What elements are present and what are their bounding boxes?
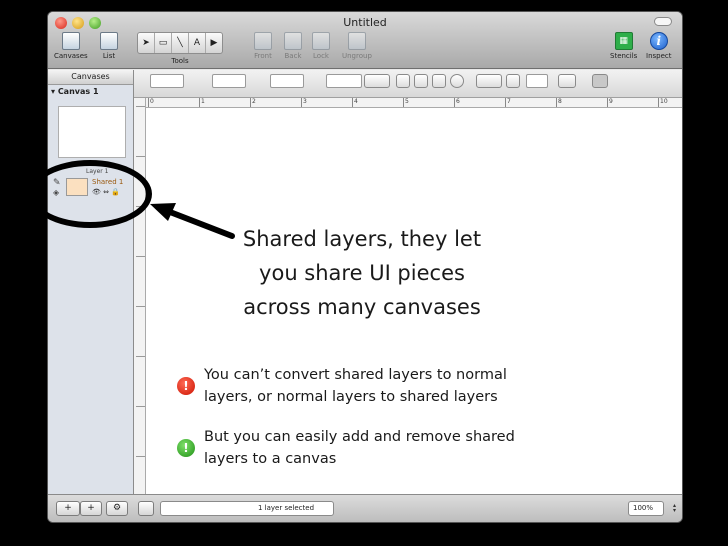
callout-arrow [150, 203, 235, 239]
